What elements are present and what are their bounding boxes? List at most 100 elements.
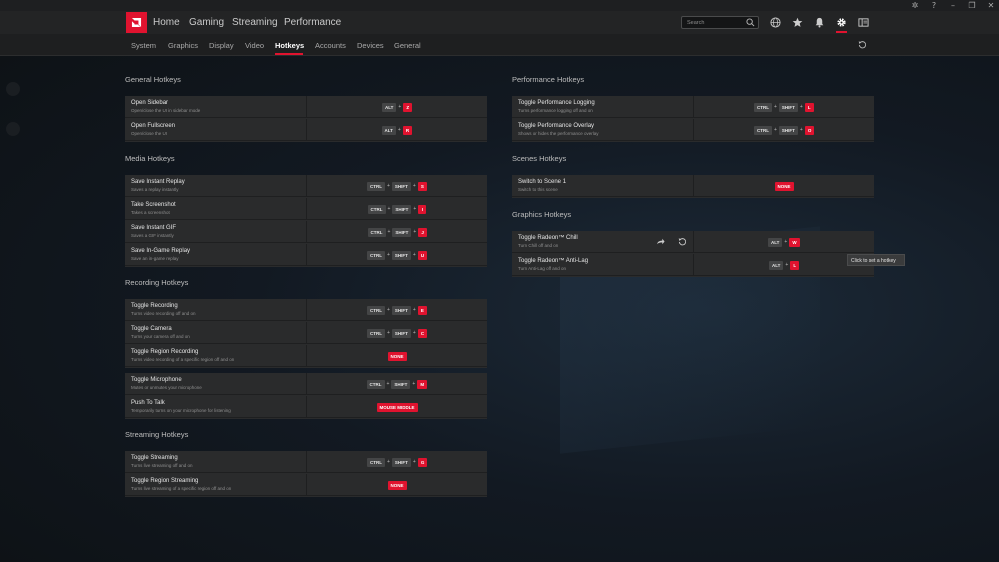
- hotkey-combo-button[interactable]: ALT + W: [768, 237, 800, 247]
- hotkey-name: Toggle Microphone: [131, 377, 182, 383]
- key-cap-modifier: SHIFT: [778, 125, 798, 135]
- hotkey-row-take-screenshot: Take Screenshot Takes a screenshot CTRL + SH…: [125, 198, 487, 220]
- key-cap-modifier: SHIFT: [391, 181, 411, 191]
- row-divider: [306, 396, 307, 418]
- hotkey-name: Toggle Recording: [131, 303, 178, 309]
- hotkey-description: Saves a GIF instantly: [131, 233, 174, 238]
- key-cap-modifier: SHIFT: [392, 204, 412, 214]
- hotkey-description: Takes a screenshot: [131, 210, 170, 215]
- help-icon[interactable]: ?: [925, 1, 943, 10]
- amd-logo-icon[interactable]: [126, 12, 147, 33]
- row-divider: [306, 244, 307, 266]
- hotkey-name: Toggle Region Recording: [131, 349, 199, 355]
- hotkey-combo-button[interactable]: CTRL + SHIFT + J: [367, 227, 427, 237]
- hotkey-combo-button[interactable]: NONE: [774, 181, 794, 191]
- nav-performance[interactable]: Performance: [284, 17, 341, 28]
- hotkey-combo-button[interactable]: CTRL + SHIFT + O: [754, 125, 815, 135]
- gear-icon[interactable]: [836, 17, 847, 28]
- hotkey-tooltip: Click to set a hotkey: [847, 254, 905, 266]
- reset-hotkey-icon[interactable]: [678, 237, 687, 246]
- key-cap-modifier: CTRL: [367, 457, 385, 467]
- row-divider: [693, 254, 694, 276]
- row-divider: [306, 373, 307, 395]
- tab-general[interactable]: General: [394, 41, 421, 50]
- hotkey-panel: Toggle Performance Logging Turns performa…: [512, 96, 874, 142]
- top-nav-bar: [0, 11, 999, 34]
- tab-hotkeys[interactable]: Hotkeys: [275, 41, 304, 50]
- key-plus: +: [398, 104, 402, 110]
- reset-icon[interactable]: [858, 40, 867, 49]
- restore-icon[interactable]: ❐: [963, 1, 981, 10]
- tab-accounts[interactable]: Accounts: [315, 41, 346, 50]
- nav-streaming[interactable]: Streaming: [232, 17, 278, 28]
- hotkey-description: Turns video recording off and on: [131, 311, 196, 316]
- search-placeholder: Search: [687, 20, 705, 26]
- key-cap-modifier: SHIFT: [391, 305, 411, 315]
- key-cap-modifier: SHIFT: [392, 227, 412, 237]
- tab-video[interactable]: Video: [245, 41, 264, 50]
- row-divider: [693, 175, 694, 197]
- hotkey-row-toggle-radeon-anti-lag: Toggle Radeon™ Anti-Lag Turn Anti-Lag off…: [512, 254, 874, 276]
- key-plus: +: [774, 127, 777, 133]
- hotkey-combo-button[interactable]: CTRL + SHIFT + E: [367, 305, 427, 315]
- hotkey-name: Toggle Performance Overlay: [518, 123, 595, 129]
- hotkey-combo-button[interactable]: MOUSE MIDDLE: [376, 402, 418, 412]
- star-icon[interactable]: [792, 17, 803, 28]
- hotkey-combo-button[interactable]: CTRL + SHIFT + S: [367, 181, 427, 191]
- section-title-graphics: Graphics Hotkeys: [512, 210, 572, 219]
- key-cap-modifier: CTRL: [367, 227, 386, 237]
- hotkey-description: Open/close the UI: [131, 131, 168, 136]
- hotkey-description: Turns performance logging off and on: [518, 108, 593, 113]
- nav-home[interactable]: Home: [153, 17, 180, 28]
- hotkey-row-save-in-game-replay: Save In-Game Replay Save an in-game repla…: [125, 244, 487, 266]
- search-input[interactable]: Search: [681, 16, 759, 29]
- bell-icon[interactable]: [814, 17, 825, 28]
- key-cap-primary: J: [418, 227, 427, 237]
- section-title-recording: Recording Hotkeys: [125, 278, 189, 287]
- hotkey-row-toggle-region-streaming: Toggle Region Streaming Turns live stream…: [125, 474, 487, 496]
- key-plus: +: [799, 127, 803, 133]
- key-plus: +: [799, 104, 803, 110]
- hotkey-row-toggle-radeon-chill: Toggle Radeon™ Chill Turn Chill off and o…: [512, 231, 874, 253]
- hotkey-combo-button[interactable]: ALT + Z: [382, 102, 413, 112]
- key-plus: +: [386, 381, 390, 387]
- hotkey-combo-button[interactable]: CTRL + SHIFT + I: [367, 204, 427, 214]
- bug-icon[interactable]: ✲: [906, 1, 924, 10]
- key-cap-modifier: CTRL: [367, 250, 385, 260]
- hotkey-description: Turn Anti-Lag off and on: [518, 266, 567, 271]
- key-cap-modifier: SHIFT: [391, 250, 411, 260]
- key-cap-modifier: ALT: [382, 102, 397, 112]
- hotkey-combo-button[interactable]: CTRL + SHIFT + L: [754, 102, 814, 112]
- hotkey-combo-button[interactable]: CTRL + SHIFT + M: [366, 379, 428, 389]
- share-icon[interactable]: [656, 237, 665, 246]
- hotkey-name: Take Screenshot: [131, 202, 176, 208]
- key-cap-primary: U: [417, 250, 428, 260]
- tab-display[interactable]: Display: [209, 41, 234, 50]
- hotkey-row-toggle-performance-overlay: Toggle Performance Overlay Shows or hides…: [512, 119, 874, 141]
- settings-active-indicator: [836, 31, 847, 33]
- hotkey-combo-button[interactable]: CTRL + SHIFT + C: [367, 328, 428, 338]
- hotkey-combo-button[interactable]: NONE: [387, 480, 407, 490]
- tab-system[interactable]: System: [131, 41, 156, 50]
- globe-icon[interactable]: [770, 17, 781, 28]
- row-divider: [306, 221, 307, 243]
- key-plus: +: [387, 330, 390, 336]
- hotkey-combo-button[interactable]: CTRL + SHIFT + G: [367, 457, 428, 467]
- hotkey-name: Save Instant Replay: [131, 179, 185, 185]
- hotkey-name: Toggle Streaming: [131, 455, 178, 461]
- hotkey-row-save-instant-gif: Save Instant GIF Saves a GIF instantly CTR…: [125, 221, 487, 243]
- tab-devices[interactable]: Devices: [357, 41, 384, 50]
- minimize-icon[interactable]: –: [944, 1, 962, 10]
- tab-graphics[interactable]: Graphics: [168, 41, 198, 50]
- hotkey-panel: Toggle Radeon™ Chill Turn Chill off and o…: [512, 231, 874, 277]
- key-plus: +: [387, 229, 391, 235]
- key-cap-primary: NONE: [387, 351, 407, 361]
- sidebar-icon[interactable]: [858, 17, 869, 28]
- close-icon[interactable]: ✕: [982, 1, 999, 10]
- hotkey-combo-button[interactable]: NONE: [387, 351, 407, 361]
- hotkey-combo-button[interactable]: CTRL + SHIFT + U: [367, 250, 428, 260]
- hotkey-combo-button[interactable]: ALT + L: [769, 260, 800, 270]
- nav-gaming[interactable]: Gaming: [189, 17, 224, 28]
- key-cap-primary: O: [804, 125, 815, 135]
- hotkey-combo-button[interactable]: ALT + R: [381, 125, 413, 135]
